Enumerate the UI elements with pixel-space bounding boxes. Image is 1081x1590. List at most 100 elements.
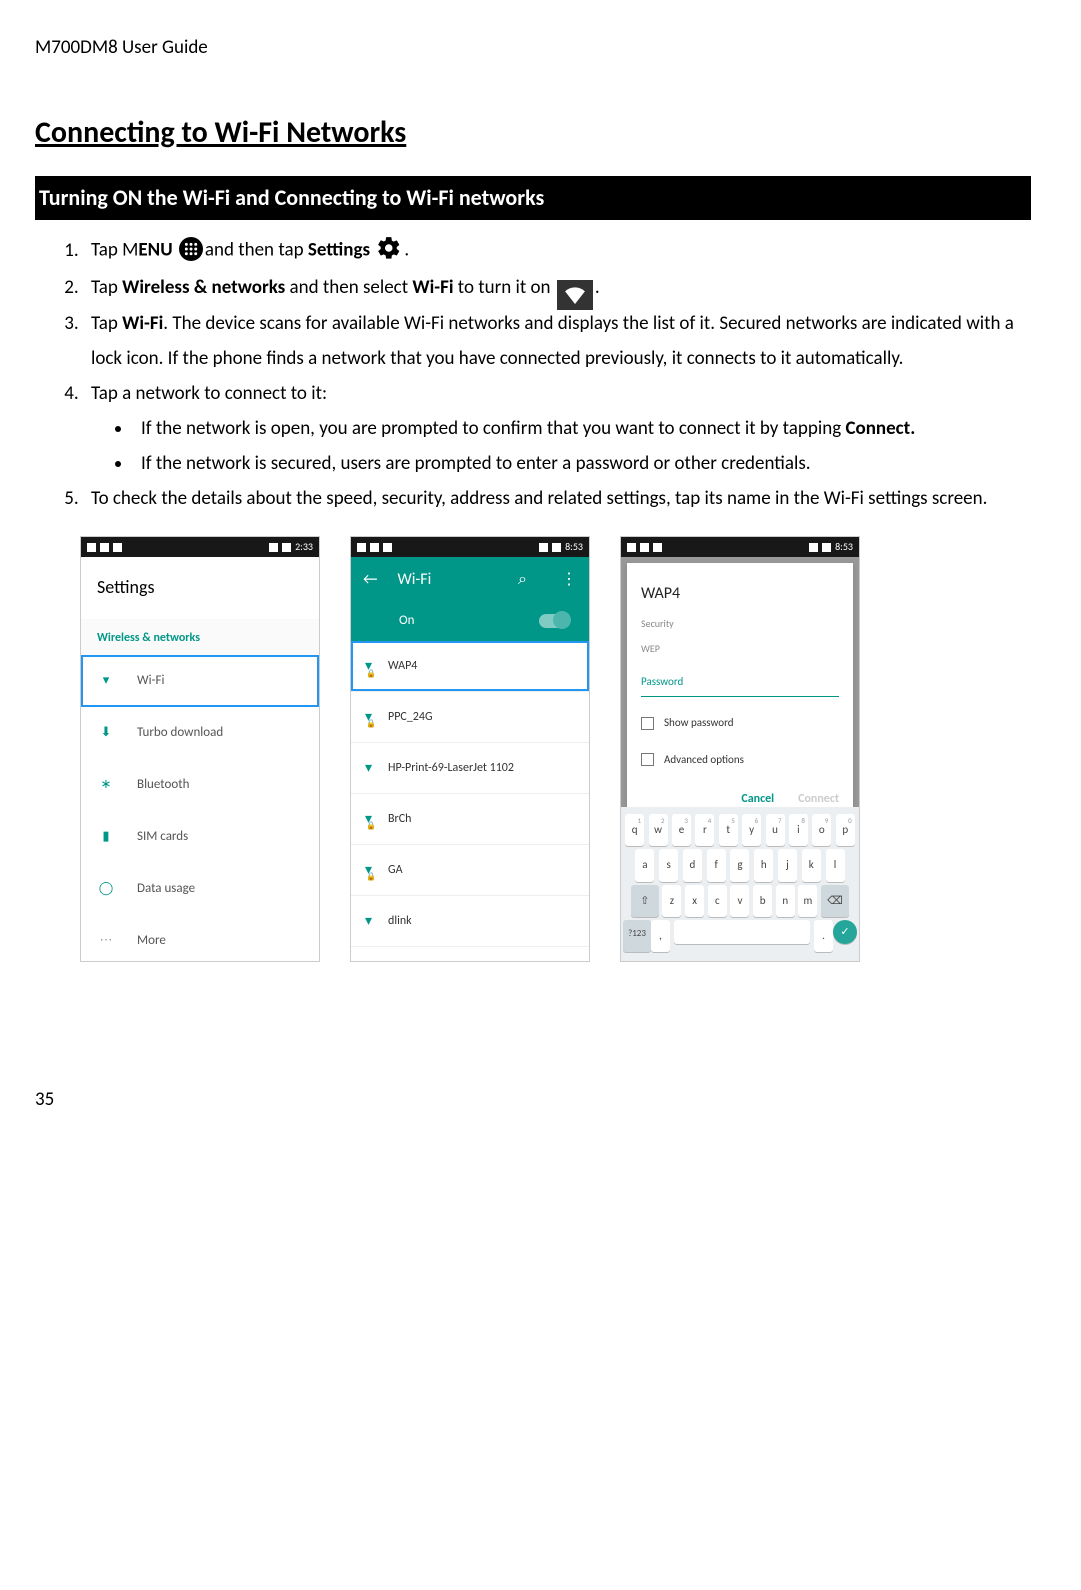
notif-icon [357, 543, 366, 552]
backspace-key[interactable]: ⌫ [821, 885, 849, 917]
section-heading: Turning ON the Wi-Fi and Connecting to W… [35, 176, 1031, 221]
wifi-network[interactable]: ▾🔒BrCh [351, 793, 589, 844]
key[interactable]: w2 [649, 814, 668, 846]
clock: 2:33 [295, 538, 313, 557]
wifi-network[interactable]: ▾HP-Print-69-LaserJet 1102 [351, 742, 589, 793]
key[interactable]: x [685, 885, 704, 917]
key[interactable]: q1 [625, 814, 644, 846]
screenshot-wifi-list: 8:53 ← Wi-Fi ⌕ ⋮ On ▾🔒WAP4 ▾🔒PPC_24G ▾HP… [350, 536, 590, 962]
wifi-password-dialog: WAP4 Security WEP Password Show password… [627, 563, 853, 820]
step-4-sub-1: If the network is open, you are prompted… [133, 411, 1031, 446]
notif-icon [383, 543, 392, 552]
wifi-icon: ▾🔒 [365, 857, 372, 883]
status-bar: 8:53 [351, 537, 589, 557]
usb-icon [87, 543, 96, 552]
settings-more[interactable]: ⋯More [81, 915, 319, 962]
advanced-options-checkbox[interactable]: Advanced options [641, 750, 839, 770]
lock-icon [370, 543, 379, 552]
step-5: To check the details about the speed, se… [83, 481, 1031, 516]
screen-title: Wi-Fi [397, 565, 431, 595]
key[interactable]: l [826, 849, 845, 881]
battery-icon [552, 543, 561, 552]
overflow-icon[interactable]: ⋮ [561, 565, 577, 595]
key[interactable]: a [635, 849, 654, 881]
screenshot-wifi-password: 8:53 WAP4 Security WEP Password Show pas… [620, 536, 860, 962]
bluetooth-icon: ∗ [97, 776, 115, 794]
key[interactable]: s [659, 849, 678, 881]
clock: 8:53 [835, 538, 853, 557]
key[interactable]: n [776, 885, 795, 917]
notif-icon [113, 543, 122, 552]
signal-icon [539, 543, 548, 552]
settings-bluetooth[interactable]: ∗Bluetooth [81, 759, 319, 811]
key[interactable]: v [730, 885, 749, 917]
key[interactable]: k [802, 849, 821, 881]
enter-key[interactable]: ✓ [833, 920, 857, 944]
key[interactable]: t5 [719, 814, 738, 846]
wifi-network[interactable]: ▾dlink [351, 895, 589, 946]
key[interactable]: j [778, 849, 797, 881]
dialog-title: WAP4 [641, 579, 839, 609]
settings-wifi[interactable]: ▾Wi-Fi [81, 655, 319, 707]
key[interactable]: z [662, 885, 681, 917]
page-number: 35 [35, 1082, 1031, 1117]
screenshot-settings: 2:33 Settings Wireless & networks ▾Wi-Fi… [80, 536, 320, 962]
wifi-network[interactable]: ▾🔒WAP4 [351, 641, 589, 691]
key[interactable]: r4 [695, 814, 714, 846]
doc-header: M700DM8 User Guide [35, 30, 1031, 65]
key[interactable]: p0 [836, 814, 855, 846]
security-label: Security [641, 615, 839, 634]
wifi-on-label: On [399, 609, 414, 633]
key[interactable]: o9 [812, 814, 831, 846]
key[interactable]: y6 [742, 814, 761, 846]
key[interactable]: d [683, 849, 702, 881]
wifi-icon: ▾🔒 [365, 806, 372, 832]
wifi-network[interactable]: ▾🔒GA [351, 844, 589, 895]
gear-icon [376, 235, 402, 273]
lock-icon [640, 543, 649, 552]
sim-icon: ▮ [97, 828, 115, 846]
wifi-icon: ▾ [365, 908, 372, 934]
wifi-icon: ▾🔒 [365, 704, 372, 730]
show-password-checkbox[interactable]: Show password [641, 713, 839, 733]
keyboard[interactable]: q1w2e3r4t5y6u7i8o9p0 asdfghjkl ⇧zxcvbnm⌫… [621, 807, 859, 961]
key[interactable]: g [730, 849, 749, 881]
settings-data[interactable]: ◯Data usage [81, 863, 319, 915]
back-icon[interactable]: ← [363, 565, 377, 595]
settings-turbo[interactable]: ⬇Turbo download [81, 707, 319, 759]
wifi-network[interactable]: ▾🔒dlink-F5F6 [351, 946, 589, 963]
key[interactable]: f [707, 849, 726, 881]
symbols-key[interactable]: ?123 [623, 920, 651, 952]
search-icon[interactable]: ⌕ [518, 565, 527, 595]
password-field[interactable]: Password [641, 672, 839, 697]
shift-key[interactable]: ⇧ [631, 885, 659, 917]
signal-icon [269, 543, 278, 552]
checkbox-icon [641, 753, 654, 766]
wifi-icon: ▾ [97, 672, 115, 690]
key[interactable]: . [814, 920, 833, 952]
key[interactable]: c [708, 885, 727, 917]
key[interactable]: , [651, 920, 670, 952]
step-3: Tap Wi-Fi. The device scans for availabl… [83, 306, 1031, 376]
status-bar: 2:33 [81, 537, 319, 557]
data-icon: ◯ [97, 880, 115, 898]
settings-sim[interactable]: ▮SIM cards [81, 811, 319, 863]
security-value: WEP [641, 640, 839, 659]
key[interactable]: h [754, 849, 773, 881]
key[interactable]: u7 [766, 814, 785, 846]
screenshots-row: 2:33 Settings Wireless & networks ▾Wi-Fi… [80, 536, 1031, 962]
battery-icon [822, 543, 831, 552]
wifi-toggle[interactable] [539, 614, 569, 628]
key[interactable]: e3 [672, 814, 691, 846]
wifi-network[interactable]: ▾🔒PPC_24G [351, 691, 589, 742]
clock: 8:53 [565, 538, 583, 557]
signal-icon [809, 543, 818, 552]
screen-title: Settings [81, 557, 319, 618]
step-1: Tap MENU and then tap Settings . [83, 232, 1031, 270]
key[interactable]: i8 [789, 814, 808, 846]
key[interactable]: b [753, 885, 772, 917]
step-4: Tap a network to connect to it: If the n… [83, 376, 1031, 481]
wifi-icon: ▾🔒 [365, 959, 372, 963]
key[interactable]: m [798, 885, 817, 917]
space-key[interactable] [674, 920, 810, 944]
